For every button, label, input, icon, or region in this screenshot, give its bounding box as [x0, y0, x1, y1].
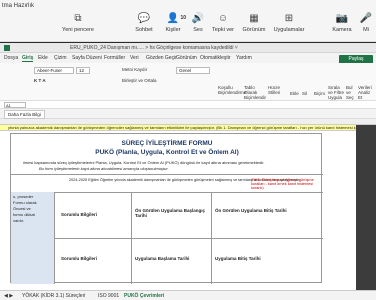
form-area: SÜREÇ İYİLEŞTİRME FORMU PUKÖ (Planla, Uy… — [10, 133, 323, 284]
responsible-label-1: Sorumlu Bilgileri — [61, 212, 98, 217]
sheet-tabs: ◀ ▶ YÖKAK (KİDR 3.1) Süreçleri ISO 9001 … — [0, 290, 376, 300]
tab-formulas[interactable]: Formüller — [104, 55, 125, 61]
number-format-select[interactable]: Genel — [176, 67, 210, 74]
form-title: SÜREÇ İYİLEŞTİRME FORMU — [121, 140, 213, 147]
react-button[interactable]: ☺ Tepki ver — [207, 12, 239, 40]
tab-help[interactable]: Yardım — [236, 55, 252, 61]
form-description-2: Bu form iyileştirmelerin kayıt altına al… — [39, 166, 169, 171]
sort-filter-button[interactable]: Sırala ve Filtre Uygula — [328, 85, 344, 100]
conditional-format-button[interactable]: Koşullu Biçimlendirme — [218, 85, 246, 95]
workbook-title: ERU_PUKO_24 Danışman mı..... > hs Göçiri… — [70, 45, 238, 51]
analyze-data-button[interactable]: Verileri Analiz Et — [358, 85, 374, 100]
right-side-panel — [356, 125, 376, 290]
camera-icon: 📷 — [335, 13, 349, 24]
tab-automate[interactable]: Otomatikleştir — [200, 55, 231, 61]
left-info-column: u, proseder Formu olarak Öncesi ve formu… — [11, 192, 55, 284]
chat-icon: 💬 — [137, 13, 151, 24]
tab-data[interactable]: Veri — [130, 55, 139, 61]
mic-icon: 🎤 — [359, 13, 373, 24]
form-description-1: ilmesi kapsamında süreç iyileştirmelerin… — [23, 160, 265, 165]
tab-page-layout[interactable]: Sayfa Düzeni — [72, 55, 102, 61]
wrap-text-button[interactable]: Metni Kaydır — [122, 67, 147, 72]
meeting-title: tma Hazırlık — [2, 3, 35, 9]
ribbon-tabs: Dosya Giriş Ekle Çizim Sayfa Düzeni Form… — [0, 53, 376, 64]
format-cells-button[interactable]: Biçim — [314, 91, 325, 96]
sheet-tab-yokak[interactable]: YÖKAK (KİDR 3.1) Süreçleri — [22, 293, 85, 299]
excel-window: ERU_PUKO_24 Danışman mı..... > hs Göçiri… — [0, 43, 376, 300]
new-window-icon: ⧉ — [74, 13, 82, 24]
view-icon: ▦ — [249, 13, 259, 24]
info-bar: Daha Fazla Bilgi — [0, 109, 376, 119]
chat-button[interactable]: 💬 Sohbet — [128, 12, 160, 40]
font-size-select[interactable]: 12 — [76, 67, 90, 74]
insert-cells-button[interactable]: Ekle — [290, 91, 299, 96]
actual-start-label: Uygulama Başlama Tarihi — [135, 256, 190, 261]
divider — [11, 174, 323, 175]
apps-button[interactable]: ⊞ Uygulamalar — [270, 12, 308, 40]
ribbon: Abeer-Fuser 12 K T A Metni Kaydır Birleş… — [0, 63, 376, 101]
camera-button[interactable]: 📷 Kamera — [326, 12, 358, 40]
notice-row: yfonla yalnızca akademik danışmanları il… — [0, 125, 376, 131]
tab-review[interactable]: Gözden Geçir — [146, 55, 177, 61]
tab-view[interactable]: Görünüm — [176, 55, 197, 61]
sheet-tab-puko[interactable]: PUKÖ Çevrimleri — [124, 293, 164, 299]
merge-center-button[interactable]: Birleştir ve Ortala — [122, 78, 157, 83]
tab-insert[interactable]: Ekle — [38, 55, 48, 61]
sheet-tab-iso[interactable]: ISO 9001 — [98, 293, 119, 299]
tab-home[interactable]: Giriş — [22, 55, 34, 62]
responsible-label-2: Sorumlu Bilgileri — [61, 256, 98, 261]
tab-draw[interactable]: Çizim — [54, 55, 67, 61]
apps-icon: ⊞ — [284, 13, 294, 24]
delete-cells-button[interactable]: Sil — [302, 91, 307, 96]
emoji-icon: ☺ — [217, 13, 229, 24]
row-red-note: (Bk 1. Danışman ve öğrenci görüşme kural… — [251, 178, 314, 190]
actual-end-label: Uygulama Bitiş Tarihi — [215, 256, 261, 261]
planned-start-label: Ön Görülen Uygulama Başlangıç Tarihi — [135, 208, 206, 218]
font-name-select[interactable]: Abeer-Fuser — [34, 67, 74, 74]
view-button[interactable]: ▦ Görünüm — [238, 12, 270, 40]
bold-button[interactable]: K T A — [34, 78, 46, 83]
more-info-button[interactable]: Daha Fazla Bilgi — [4, 110, 45, 119]
find-select-button[interactable]: Bul ve Seç — [346, 85, 358, 100]
sheet-nav-left[interactable]: ◀ ▶ — [4, 293, 13, 299]
mic-button[interactable]: 🎤 Mi — [356, 12, 376, 40]
planned-end-label: Ön Görülen Uygulama Bitiş Tarihi — [215, 208, 287, 213]
new-window-button[interactable]: ⧉ Yeni pencere — [62, 12, 94, 40]
form-subtitle: PUKÖ (Planla, Uygula, Kontrol Et ve Önle… — [95, 149, 239, 156]
formula-bar[interactable]: A1 — [0, 101, 376, 109]
cell-styles-button[interactable]: Hücre Stilleri — [268, 85, 286, 95]
excel-logo-icon — [4, 45, 10, 51]
name-box[interactable]: A1 — [4, 102, 26, 108]
worksheet-grid[interactable]: yfonla yalnızca akademik danışmanları il… — [0, 125, 376, 285]
teams-toolbar: tma Hazırlık ⧉ Yeni pencere 💬 Sohbet 👤 10 Ki… — [0, 0, 376, 42]
format-table-button[interactable]: Tablo Olarak Biçimlendir — [244, 85, 266, 100]
tab-file[interactable]: Dosya — [4, 55, 18, 61]
excel-title-bar: ERU_PUKO_24 Danışman mı..... > hs Göçiri… — [0, 43, 376, 53]
